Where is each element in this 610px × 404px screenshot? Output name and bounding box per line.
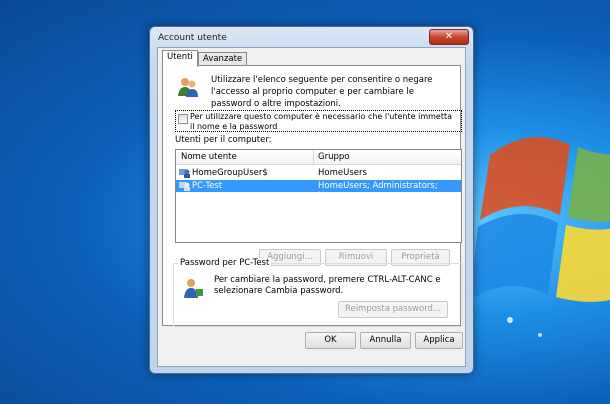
table-row-selected[interactable]: PC-Test HomeUsers; Administrators; Users: [176, 180, 461, 201]
users-list-label: Utenti per il computer:: [175, 135, 272, 145]
user-icon: [179, 182, 190, 191]
cancel-button[interactable]: Annulla: [360, 332, 411, 349]
account-dialog: Account utente ✕ Utenti Avanzate Utilizz…: [149, 26, 474, 374]
dialog-title: Account utente: [158, 33, 227, 43]
ok-button[interactable]: OK: [305, 332, 356, 349]
user-icon: [184, 279, 203, 298]
tab-panel-utenti: Utilizzare l'elenco seguente per consent…: [162, 65, 463, 327]
tab-utenti[interactable]: Utenti: [162, 50, 198, 67]
require-login-label: Per utilizzare questo computer è necessa…: [190, 112, 453, 131]
user-name: HomeGroupUser$: [192, 168, 268, 178]
users-icon: [178, 78, 198, 97]
column-header-name[interactable]: Nome utente: [181, 152, 237, 162]
users-list[interactable]: Nome utente Gruppo HomeGroupUser$ HomeUs…: [175, 149, 462, 243]
close-icon: ✕: [444, 31, 454, 42]
user-group: HomeUsers: [318, 168, 367, 178]
apply-button[interactable]: Applica: [415, 332, 463, 349]
require-login-row[interactable]: Per utilizzare questo computer è necessa…: [175, 110, 462, 132]
intro-text: Utilizzare l'elenco seguente per consent…: [211, 75, 433, 109]
require-login-checkbox[interactable]: [178, 114, 188, 124]
close-button[interactable]: ✕: [429, 29, 469, 45]
user-icon: [179, 169, 190, 178]
title-bar[interactable]: Account utente ✕: [150, 27, 473, 49]
password-group-title: Password per PC-Test: [178, 258, 272, 268]
user-name: PC-Test: [192, 181, 223, 191]
password-group-text: Per cambiare la password, premere CTRL-A…: [214, 275, 441, 296]
password-group: Password per PC-Test Per cambiare la pas…: [173, 258, 463, 327]
table-row[interactable]: HomeGroupUser$ HomeUsers: [176, 167, 461, 179]
dialog-client: Utenti Avanzate Utilizzare l'elenco segu…: [157, 47, 466, 367]
list-header: Nome utente Gruppo: [176, 150, 461, 165]
user-group: HomeUsers; Administrators; Users: [318, 181, 438, 201]
column-header-group[interactable]: Gruppo: [318, 152, 349, 162]
reset-password-button[interactable]: Reimposta password...: [338, 301, 448, 318]
windows-logo-icon: [470, 137, 610, 337]
tab-avanzate[interactable]: Avanzate: [198, 52, 248, 66]
column-separator[interactable]: [313, 150, 314, 164]
